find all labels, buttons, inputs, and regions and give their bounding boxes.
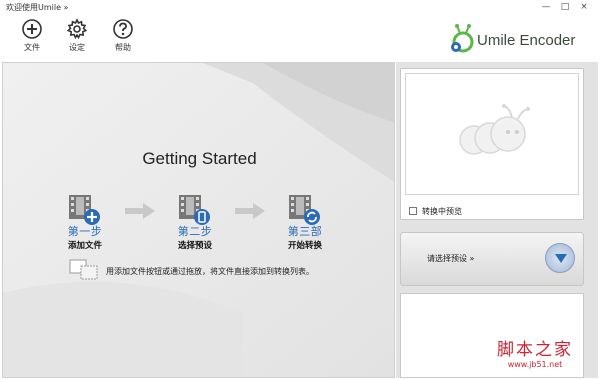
help-button[interactable]: 帮助 [105, 18, 141, 58]
maximize-button[interactable]: □ [556, 0, 574, 14]
settings-button[interactable]: 设定 [59, 18, 95, 58]
preset-dropdown-button[interactable] [545, 243, 575, 273]
caterpillar-placeholder-icon [459, 104, 530, 155]
settings-label: 设定 [69, 43, 85, 52]
preview-checkbox[interactable] [409, 207, 417, 215]
film-convert-icon [287, 191, 323, 229]
step-add-file[interactable]: 第一步 添加文件 [55, 191, 115, 251]
caterpillar-logo-icon [451, 24, 474, 53]
getting-started-heading: Getting Started [142, 149, 257, 168]
preset-selector[interactable]: 请选择预设 » [400, 232, 584, 286]
step-2-desc: 选择预设 [177, 241, 212, 251]
file-label: 文件 [24, 43, 40, 52]
minimize-button[interactable]: — [537, 0, 555, 14]
help-icon [113, 19, 133, 39]
arrow-right-icon [235, 203, 265, 219]
window-title: 欢迎使用Umile » [6, 3, 69, 12]
preset-label: 请选择预设 » [427, 254, 475, 263]
hint-text: 用添加文件按钮或通过拖放，将文件直接添加到转换列表。 [106, 267, 314, 276]
app-logo: Umile Encoder [447, 22, 587, 56]
step-choose-preset[interactable]: 第二步 选择预设 [165, 191, 225, 251]
title-bar: 欢迎使用Umile » — □ × [0, 0, 600, 16]
preview-area: 转换中预览 [400, 68, 584, 220]
side-panel: 转换中预览 请选择预设 » [396, 62, 598, 378]
gear-icon [66, 18, 88, 40]
step-1-desc: 添加文件 [67, 241, 102, 251]
close-button[interactable]: × [575, 0, 593, 14]
preview-checkbox-label: 转换中预览 [422, 207, 462, 216]
watermark-text: 脚本之家 [497, 340, 573, 360]
site-watermark: 脚本之家 www.jb51.net [480, 335, 590, 375]
drag-drop-hint: 用添加文件按钮或通过拖放，将文件直接添加到转换列表。 [69, 259, 359, 283]
drag-files-icon [69, 259, 98, 280]
chevron-down-icon [555, 254, 567, 263]
help-label: 帮助 [115, 43, 131, 52]
step-3-desc: 开始转换 [287, 241, 322, 251]
arrow-right-icon [125, 203, 155, 219]
getting-started-panel: Getting Started 第一步 添加文件 第二步 选择预设 第三部 开始… [2, 62, 395, 378]
film-device-icon [177, 191, 213, 229]
preview-screen [405, 73, 579, 195]
add-file-icon [22, 19, 42, 39]
step-start-convert[interactable]: 第三部 开始转换 [275, 191, 335, 251]
watermark-url: www.jb51.net [507, 360, 563, 369]
logo-text: Umile Encoder [477, 32, 576, 49]
file-button[interactable]: 文件 [14, 18, 50, 58]
film-add-icon [67, 191, 103, 229]
